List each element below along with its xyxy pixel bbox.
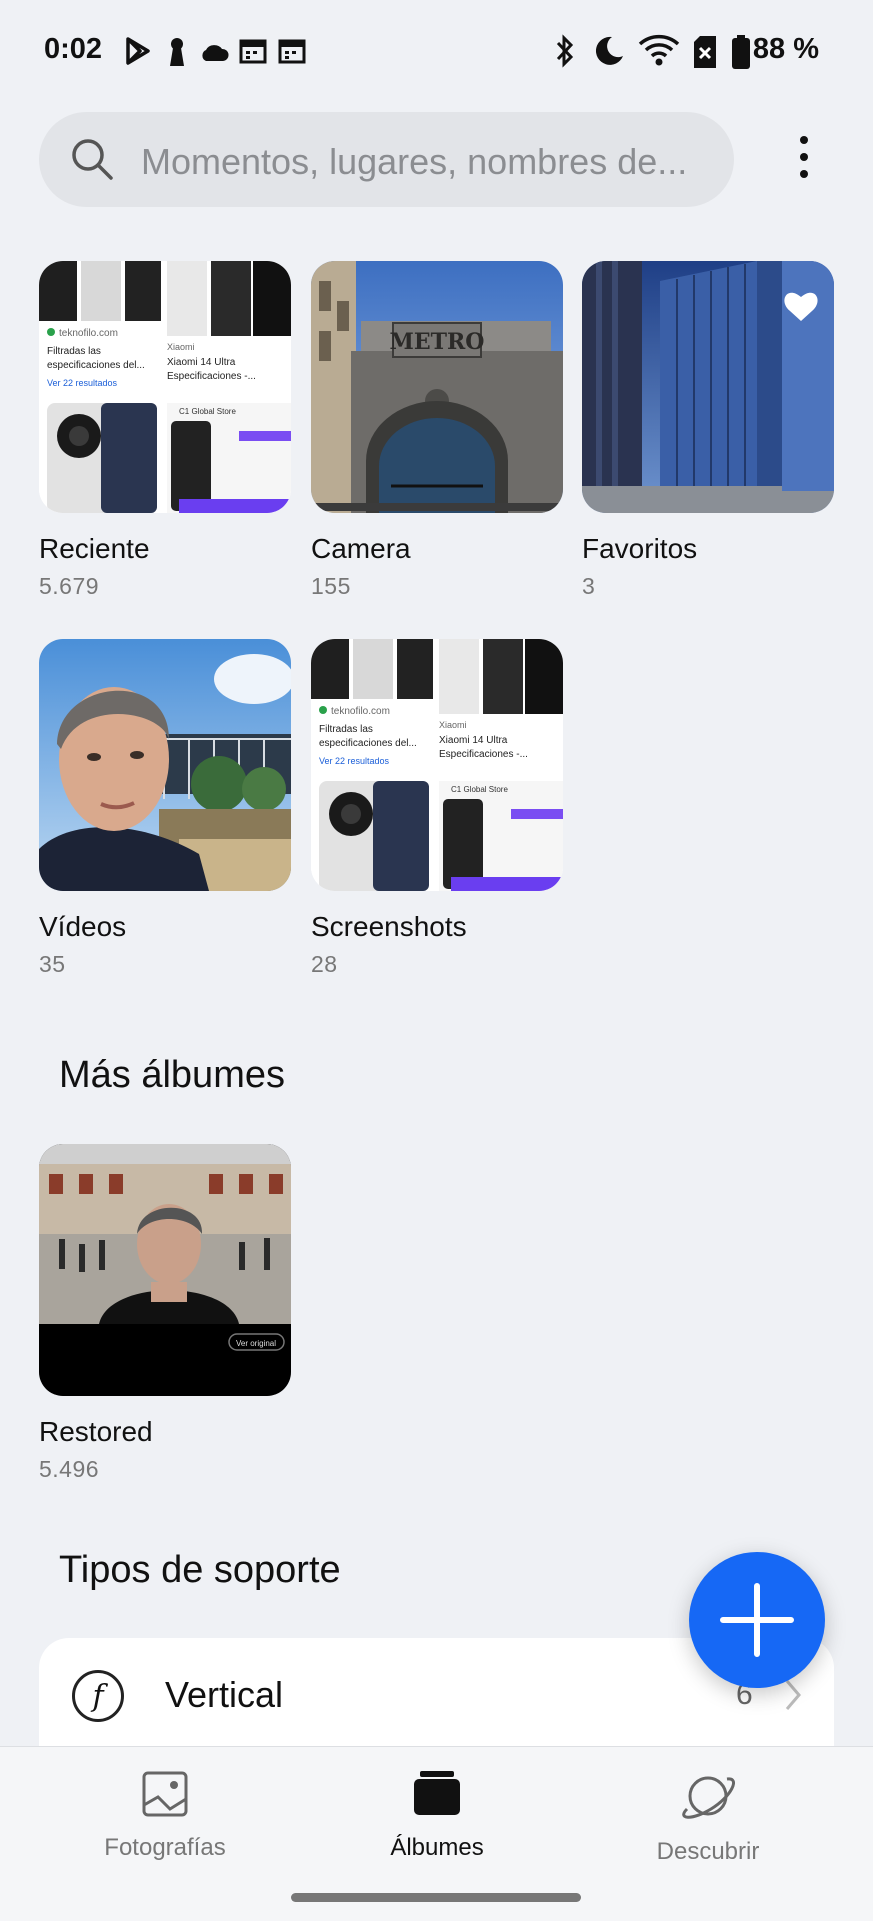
album-thumbnail: METRO	[311, 261, 563, 513]
album-camera[interactable]: METRO Camera 155	[311, 261, 563, 600]
do-not-disturb-moon-icon	[595, 36, 623, 65]
battery-percentage: 88 %	[752, 33, 819, 65]
svg-text:C1 Global Store: C1 Global Store	[179, 407, 236, 416]
keyhole-icon	[170, 38, 184, 66]
calendar-icon	[239, 39, 267, 64]
restored-selfie-photo: Ver original	[39, 1144, 291, 1396]
svg-text:especificaciones del...: especificaciones del...	[47, 360, 145, 371]
album-thumbnail: teknofilo.com Filtradas las especificaci…	[39, 261, 291, 513]
album-screenshots[interactable]: teknofilo.com Filtradas las especificaci…	[311, 639, 563, 978]
svg-text:Xiaomi 14 Ultra: Xiaomi 14 Ultra	[439, 735, 508, 746]
svg-text:Filtradas las: Filtradas las	[319, 724, 373, 735]
album-count: 3	[582, 573, 596, 599]
album-restored[interactable]: Ver original Restored 5.496	[39, 1144, 291, 1483]
album-thumbnail: Ver original	[39, 1144, 291, 1396]
add-album-button[interactable]	[689, 1552, 825, 1688]
svg-text:Ver 22 resultados: Ver 22 resultados	[319, 756, 390, 766]
album-videos[interactable]: Vídeos 35	[39, 639, 291, 978]
svg-text:Ver original: Ver original	[236, 1339, 276, 1348]
album-title: Vídeos	[39, 911, 127, 942]
album-thumbnail	[39, 639, 291, 891]
album-count: 5.496	[39, 1456, 100, 1482]
play-store-icon	[126, 37, 150, 65]
no-sim-icon	[694, 36, 716, 68]
svg-text:teknofilo.com: teknofilo.com	[59, 328, 118, 339]
screenshot-thumbnail-image: teknofilo.com Filtradas las especificaci…	[39, 261, 291, 513]
search-icon	[72, 139, 113, 180]
bluetooth-icon	[556, 34, 574, 68]
media-types-heading: Tipos de soporte	[59, 1549, 341, 1591]
home-indicator[interactable]	[291, 1893, 581, 1902]
svg-text:teknofilo.com: teknofilo.com	[331, 706, 390, 717]
screenshot-thumbnail-image: teknofilo.com Filtradas las especificaci…	[311, 639, 563, 891]
battery-icon	[732, 35, 750, 69]
album-reciente[interactable]: teknofilo.com Filtradas las especificaci…	[39, 261, 291, 600]
selfie-photo	[39, 639, 291, 891]
svg-text:Filtradas las: Filtradas las	[47, 346, 101, 357]
search-bar[interactable]: Momentos, lugares, nombres de...	[39, 112, 734, 207]
calendar-icon	[278, 39, 306, 64]
glass-tower-photo	[582, 261, 834, 513]
plus-icon	[720, 1583, 794, 1657]
album-count: 155	[311, 573, 351, 599]
status-time: 0:02	[44, 33, 103, 65]
more-options-icon[interactable]	[784, 130, 824, 190]
more-albums-heading: Más álbumes	[59, 1054, 285, 1096]
svg-text:Especificaciones -...: Especificaciones -...	[167, 371, 256, 382]
photo-icon	[142, 1771, 188, 1817]
album-icon	[414, 1771, 460, 1815]
tab-label: Descubrir	[656, 1838, 760, 1865]
album-count: 28	[311, 951, 338, 977]
metro-station-photo: METRO	[311, 261, 563, 513]
svg-text:Xiaomi: Xiaomi	[167, 342, 195, 352]
svg-text:Xiaomi 14 Ultra: Xiaomi 14 Ultra	[167, 357, 236, 368]
svg-text:especificaciones del...: especificaciones del...	[319, 738, 417, 749]
album-title: Screenshots	[311, 911, 467, 942]
svg-text:Especificaciones -...: Especificaciones -...	[439, 749, 528, 760]
album-title: Reciente	[39, 533, 150, 564]
svg-text:METRO: METRO	[390, 329, 485, 355]
album-favoritos[interactable]: Favoritos 3	[582, 261, 834, 600]
search-placeholder: Momentos, lugares, nombres de...	[141, 141, 688, 182]
planet-icon	[682, 1776, 735, 1819]
svg-text:C1 Global Store: C1 Global Store	[451, 785, 508, 794]
album-count: 5.679	[39, 573, 100, 599]
tab-label: Álbumes	[390, 1834, 484, 1861]
svg-text:Ver 22 resultados: Ver 22 resultados	[47, 378, 118, 388]
album-title: Camera	[311, 533, 411, 564]
aperture-f-icon: f	[72, 1670, 124, 1722]
wifi-icon	[638, 34, 680, 66]
album-thumbnail: teknofilo.com Filtradas las especificaci…	[311, 639, 563, 891]
album-thumbnail	[582, 261, 834, 513]
status-bar: 0:02 88 %	[0, 0, 873, 104]
tab-descubrir[interactable]: Descubrir	[598, 1769, 818, 1866]
cloud-icon	[202, 45, 229, 61]
album-count: 35	[39, 951, 66, 977]
tab-fotografias[interactable]: Fotografías	[55, 1769, 275, 1862]
svg-text:Xiaomi: Xiaomi	[439, 720, 467, 730]
media-type-label: Vertical	[165, 1674, 284, 1715]
album-title: Restored	[39, 1416, 153, 1447]
album-title: Favoritos	[582, 533, 698, 564]
tab-label: Fotografías	[104, 1834, 226, 1861]
tab-albumes[interactable]: Álbumes	[327, 1769, 547, 1862]
